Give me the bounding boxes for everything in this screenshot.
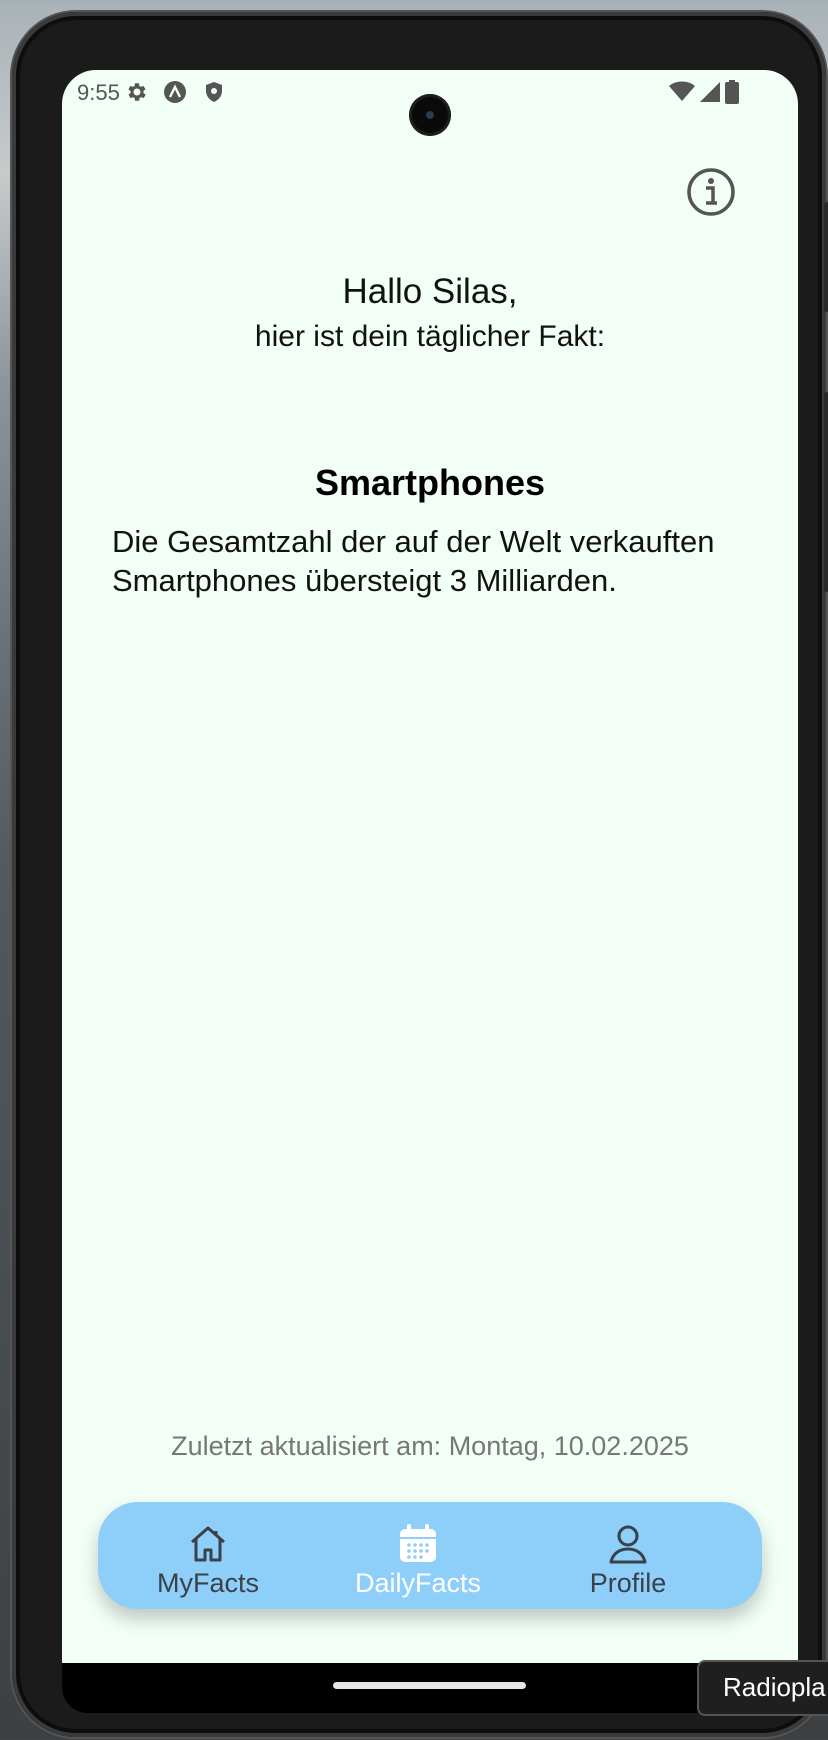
shield-icon — [206, 82, 222, 102]
home-icon — [191, 1526, 225, 1562]
greeting-title: Hallo Silas, — [342, 272, 518, 311]
home-indicator[interactable] — [333, 1682, 526, 1689]
a-circle-icon — [164, 81, 186, 103]
last-updated-text: Zuletzt aktualisiert am: Montag, 10.02.2… — [171, 1431, 689, 1461]
info-circle-icon[interactable] — [685, 166, 737, 218]
tab-label: MyFacts — [156, 1568, 259, 1598]
tab-profile[interactable]: Profile — [548, 1502, 708, 1609]
gear-icon — [128, 83, 146, 101]
fact-text: Die Gesamtzahl der auf der Welt verkauft… — [112, 524, 715, 598]
device-frame: 9:55 Hallo Silas, hier ist dein tägliche… — [12, 12, 828, 1737]
person-icon — [609, 1525, 647, 1564]
bottom-tab-bar: MyFacts DailyFacts Profile — [98, 1502, 762, 1609]
status-time: 9:55 — [77, 80, 120, 105]
tab-label: Profile — [589, 1568, 667, 1598]
tab-myfacts[interactable]: MyFacts — [128, 1502, 288, 1609]
calendar-icon — [400, 1524, 436, 1562]
volume-button — [824, 202, 828, 312]
fact-title: Smartphones — [314, 462, 546, 503]
app-screen: 9:55 Hallo Silas, hier ist dein tägliche… — [62, 70, 798, 1663]
wifi-icon — [669, 81, 695, 101]
tooltip: Radiopla — [697, 1660, 828, 1716]
tab-label: DailyFacts — [354, 1568, 482, 1598]
tab-dailyfacts[interactable]: DailyFacts — [338, 1502, 498, 1609]
greeting-subtitle: hier ist dein täglicher Fakt: — [254, 320, 606, 353]
signal-icon — [700, 82, 720, 102]
power-button — [824, 392, 828, 592]
battery-icon — [725, 80, 739, 104]
front-camera — [409, 94, 451, 136]
